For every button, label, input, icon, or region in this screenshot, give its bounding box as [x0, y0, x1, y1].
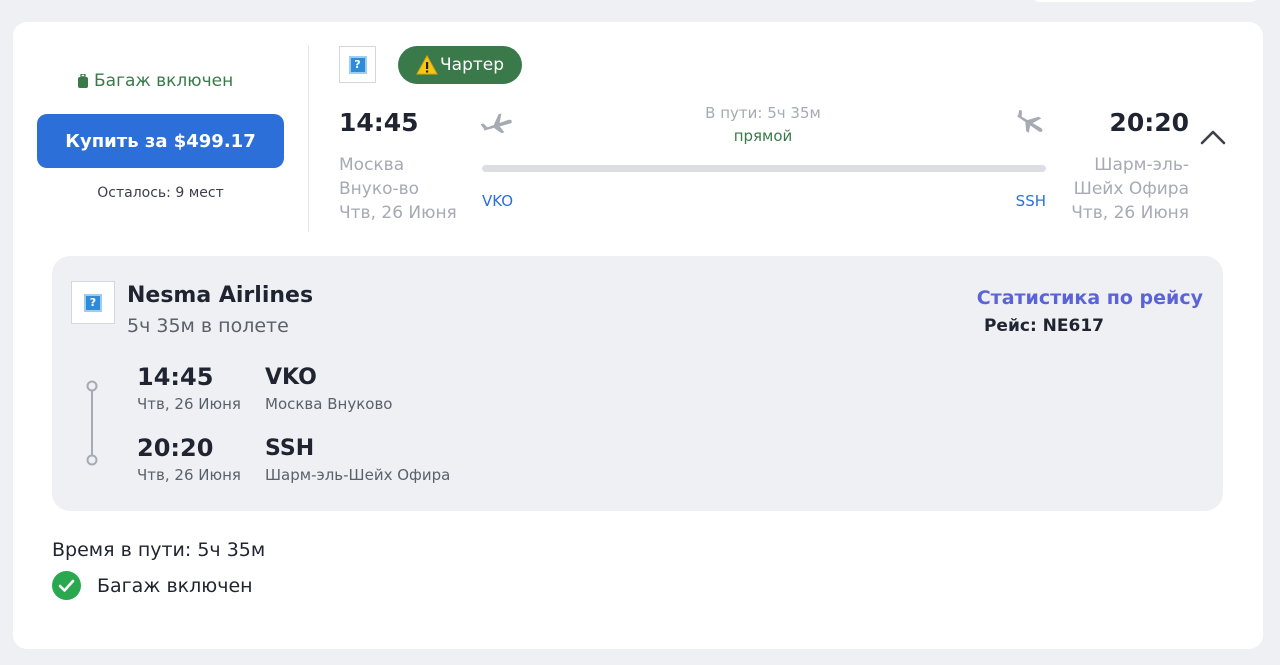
arrival-date: Чтв, 26 Июня	[1071, 203, 1189, 223]
arrival-city: Шарм-эль-Шейх Офира	[1073, 155, 1189, 199]
segment-arrival-time: 20:20	[137, 434, 214, 462]
suitcase-icon	[78, 73, 88, 88]
flight-number: Рейс: NE617	[983, 316, 1104, 336]
flight-stats-link[interactable]: Статистика по рейсу	[977, 287, 1203, 309]
warning-icon	[416, 55, 438, 75]
segment-arrival-airport: Шарм-эль-Шейх Офира	[265, 466, 451, 484]
details-logo-placeholder-icon: ?	[84, 293, 102, 312]
route-progress-line	[482, 165, 1046, 172]
flight-card: Багаж включен Купить за $499.17 Осталось…	[13, 22, 1263, 649]
segment-departure-airport: Москва Внуково	[265, 395, 393, 413]
segment-timeline	[86, 380, 98, 466]
departure-date: Чтв, 26 Июня	[339, 203, 457, 223]
airline-logo: ?	[339, 46, 376, 83]
plane-takeoff-icon	[481, 113, 512, 134]
segment-departure-code: VKO	[265, 365, 317, 390]
total-travel-time: Время в пути: 5ч 35м	[52, 539, 266, 561]
baggage-included-label: Багаж включен	[78, 71, 233, 91]
baggage-included-footer-text: Багаж включен	[97, 574, 253, 597]
segment-arrival-date: Чтв, 26 Июня	[137, 466, 241, 484]
plane-landing-icon	[1017, 110, 1043, 133]
charter-badge-text: Чартер	[440, 55, 505, 75]
details-airline-logo: ?	[71, 281, 115, 324]
segment-departure-time: 14:45	[137, 363, 214, 391]
buy-button[interactable]: Купить за $499.17	[37, 114, 284, 168]
departure-time: 14:45	[339, 108, 419, 137]
column-divider	[308, 46, 309, 232]
segment-arrival-code: SSH	[265, 436, 315, 461]
arrival-time: 20:20	[1109, 108, 1189, 137]
travel-duration: В пути: 5ч 35м	[705, 104, 821, 122]
logo-placeholder-icon: ?	[348, 55, 367, 74]
baggage-included-row: Багаж включен	[52, 571, 253, 600]
flight-details-panel: ? Nesma Airlines 5ч 35м в полете Статист…	[52, 256, 1223, 511]
in-flight-duration: 5ч 35м в полете	[127, 315, 289, 337]
baggage-included-text: Багаж включен	[94, 71, 234, 91]
charter-badge: Чартер	[398, 46, 523, 84]
seats-left-label: Осталось: 9 мест	[97, 185, 224, 201]
departure-city: Москва Внуко-во	[339, 155, 420, 199]
departure-code: VKO	[482, 192, 514, 210]
chevron-up-icon[interactable]	[1199, 128, 1227, 146]
airline-name: Nesma Airlines	[127, 283, 314, 308]
segment-departure-date: Чтв, 26 Июня	[137, 395, 241, 413]
arrival-code: SSH	[1015, 192, 1046, 210]
direct-flight-label: прямой	[733, 127, 793, 145]
check-circle-icon	[52, 571, 81, 600]
top-card-edge	[1030, 0, 1260, 2]
